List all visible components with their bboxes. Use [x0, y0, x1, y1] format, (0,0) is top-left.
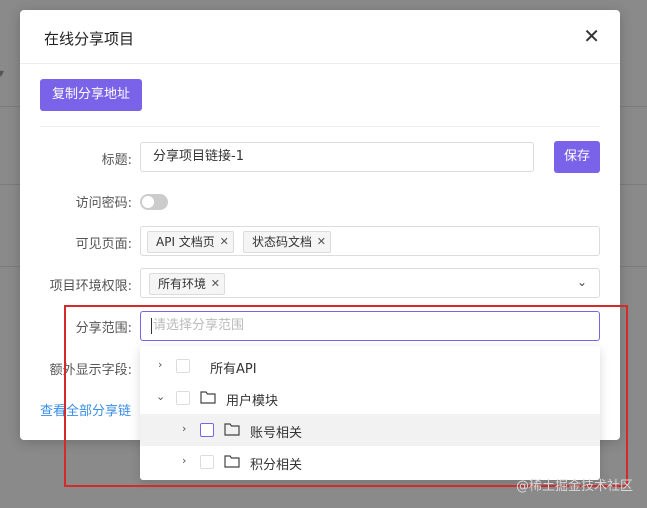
chevron-down-icon[interactable]: ⌄	[156, 390, 165, 403]
folder-icon	[224, 455, 240, 468]
header-divider	[20, 63, 620, 64]
tree-node[interactable]: › 积分相关	[140, 446, 600, 478]
tag-close-icon[interactable]: ✕	[220, 232, 229, 252]
bg-chevron-down-icon: ▾	[0, 66, 5, 80]
tree-checkbox[interactable]	[200, 423, 214, 437]
share-scope-label: 分享范围:	[75, 321, 132, 336]
tag-close-icon[interactable]: ✕	[211, 274, 220, 294]
env-tag-label: 所有环境	[158, 277, 207, 291]
copy-share-link-button[interactable]: 复制分享地址	[40, 79, 142, 111]
page-tag: 状态码文档 ✕	[243, 231, 332, 253]
tree-node[interactable]: › 所有API	[140, 350, 600, 382]
scope-placeholder: 请选择分享范围	[153, 318, 245, 333]
share-scope-input[interactable]: 请选择分享范围	[140, 311, 600, 341]
tree-node-label: 用户模块	[226, 394, 279, 409]
chevron-right-icon[interactable]: ›	[182, 422, 186, 435]
tree-checkbox[interactable]	[200, 455, 214, 469]
extra-fields-label: 额外显示字段:	[49, 363, 132, 378]
section-divider	[40, 126, 600, 127]
tree-node-label: 所有API	[210, 362, 257, 377]
modal-title: 在线分享项目	[44, 30, 135, 48]
password-label: 访问密码:	[75, 196, 132, 211]
toggle-knob	[142, 196, 154, 208]
save-button[interactable]: 保存	[554, 141, 600, 173]
close-icon[interactable]: ✕	[583, 24, 600, 48]
env-permission-label: 项目环境权限:	[49, 279, 132, 294]
folder-icon	[224, 423, 240, 436]
folder-icon	[200, 391, 216, 404]
env-tag: 所有环境 ✕	[149, 273, 226, 295]
page-tag-label: API 文档页	[156, 235, 215, 249]
chevron-right-icon[interactable]: ›	[158, 358, 162, 371]
tree-node[interactable]: › 账号相关	[140, 414, 600, 446]
chevron-right-icon[interactable]: ›	[182, 454, 186, 467]
watermark: @稀土掘金技术社区	[515, 479, 633, 494]
tag-close-icon[interactable]: ✕	[317, 232, 326, 252]
tree-node[interactable]: ⌄ 用户模块	[140, 382, 600, 414]
password-toggle[interactable]	[140, 194, 168, 210]
tree-node-label: 积分相关	[250, 458, 303, 473]
scope-tree-dropdown: › 所有API ⌄ 用户模块 › 账号相关 › 积分相关	[140, 346, 600, 480]
chevron-down-icon[interactable]: ⌄	[577, 275, 587, 289]
title-input[interactable]: 分享项目链接-1	[140, 142, 534, 172]
env-permission-select[interactable]: 所有环境 ✕ ⌄	[140, 268, 600, 298]
title-label: 标题:	[101, 153, 132, 168]
page-tag-label: 状态码文档	[252, 235, 313, 249]
page-tag: API 文档页 ✕	[147, 231, 234, 253]
tree-node-label: 账号相关	[250, 426, 303, 441]
tree-checkbox[interactable]	[176, 391, 190, 405]
view-all-share-links[interactable]: 查看全部分享链	[40, 400, 131, 419]
visible-pages-select[interactable]: API 文档页 ✕ 状态码文档 ✕	[140, 226, 600, 256]
text-caret	[151, 318, 152, 334]
tree-checkbox[interactable]	[176, 359, 190, 373]
visible-pages-label: 可见页面:	[75, 237, 132, 252]
